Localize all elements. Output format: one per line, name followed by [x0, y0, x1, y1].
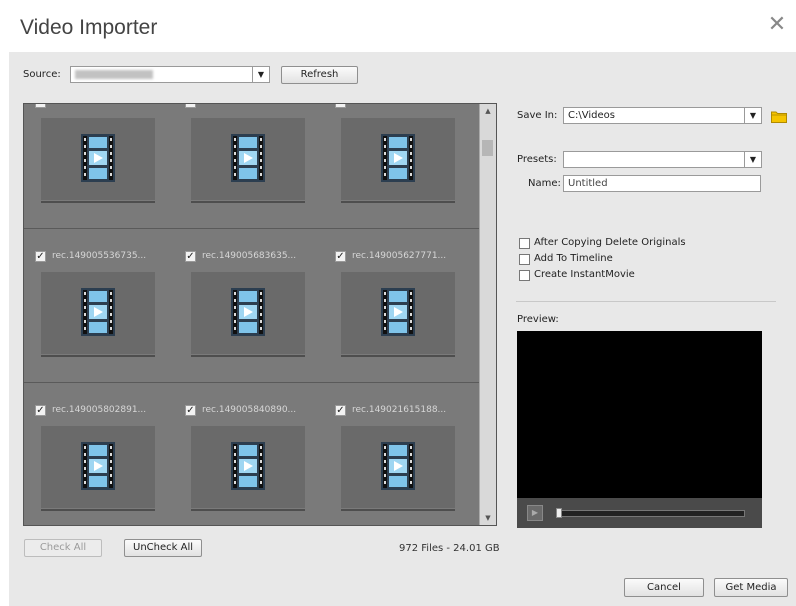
video-thumbnail-grid[interactable]: ✓ ✓ ✓ ✓ rec.149005536735... ✓ rec.149005683635…: [23, 103, 497, 526]
video-file-icon: [231, 442, 265, 490]
video-thumbnail[interactable]: [41, 426, 155, 511]
save-in-dropdown[interactable]: C:\Videos ▼: [563, 107, 762, 124]
video-thumbnail[interactable]: [191, 426, 305, 511]
scroll-thumb[interactable]: [482, 140, 493, 156]
row-divider: [24, 228, 482, 229]
refresh-button[interactable]: Refresh: [281, 66, 358, 84]
check-all-button[interactable]: Check All: [24, 539, 102, 557]
video-thumbnail[interactable]: [341, 118, 455, 203]
seek-knob[interactable]: [556, 508, 562, 518]
scroll-up-icon[interactable]: ▲: [480, 104, 496, 118]
thumbnail-shadow: [341, 201, 455, 203]
video-file-icon: [381, 134, 415, 182]
thumbnail-shadow: [41, 201, 155, 203]
chevron-down-icon: ▼: [252, 67, 269, 82]
source-dropdown[interactable]: ▼: [70, 66, 270, 83]
video-thumbnail[interactable]: [191, 272, 305, 357]
video-thumbnail[interactable]: [341, 272, 455, 357]
presets-dropdown[interactable]: ▼: [563, 151, 762, 168]
video-file-icon: [81, 288, 115, 336]
option-checkbox[interactable]: [519, 270, 530, 281]
save-in-value: C:\Videos: [568, 110, 615, 121]
option-label: Add To Timeline: [534, 253, 613, 264]
video-checkbox[interactable]: ✓: [185, 405, 196, 416]
preview-controls: ▶: [517, 498, 762, 528]
video-checkbox[interactable]: ✓: [35, 104, 46, 108]
video-file-icon: [231, 288, 265, 336]
chevron-down-icon: ▼: [744, 108, 761, 123]
thumbnail-shadow: [341, 355, 455, 357]
preview-panel: ▶: [517, 331, 762, 528]
video-filename: rec.149005627771...: [352, 251, 447, 261]
video-file-icon: [381, 442, 415, 490]
video-checkbox[interactable]: ✓: [335, 405, 346, 416]
video-file-icon: [381, 288, 415, 336]
video-filename: rec.149021615188...: [352, 405, 447, 415]
divider: [516, 301, 776, 302]
video-checkbox[interactable]: ✓: [335, 104, 346, 108]
option-label: After Copying Delete Originals: [534, 237, 686, 248]
video-thumbnail[interactable]: [191, 118, 305, 203]
thumbnail-shadow: [341, 509, 455, 511]
thumbnail-shadow: [41, 509, 155, 511]
video-file-icon: [81, 442, 115, 490]
presets-label: Presets:: [517, 154, 557, 165]
save-in-label: Save In:: [517, 110, 558, 121]
title-bar: Video Importer ✕: [0, 0, 796, 52]
folder-icon[interactable]: [771, 110, 787, 123]
video-file-icon: [231, 134, 265, 182]
thumbnail-shadow: [41, 355, 155, 357]
play-icon[interactable]: ▶: [527, 505, 543, 521]
video-file-icon: [81, 134, 115, 182]
thumbnail-shadow: [191, 355, 305, 357]
video-filename: rec.149005840890...: [202, 405, 297, 415]
video-thumbnail[interactable]: [41, 118, 155, 203]
source-value-blurred: [75, 70, 153, 79]
file-summary: 972 Files - 24.01 GB: [399, 543, 500, 554]
option-checkbox[interactable]: [519, 254, 530, 265]
scroll-down-icon[interactable]: ▼: [480, 511, 496, 525]
window-title: Video Importer: [20, 16, 158, 39]
video-filename: rec.149005802891...: [52, 405, 147, 415]
thumbnail-shadow: [191, 201, 305, 203]
thumbnail-shadow: [191, 509, 305, 511]
video-checkbox[interactable]: ✓: [335, 251, 346, 262]
video-checkbox[interactable]: ✓: [35, 251, 46, 262]
get-media-button[interactable]: Get Media: [714, 578, 788, 597]
video-filename: rec.149005536735...: [52, 251, 147, 261]
chevron-down-icon: ▼: [744, 152, 761, 167]
video-checkbox[interactable]: ✓: [35, 405, 46, 416]
video-checkbox[interactable]: ✓: [185, 251, 196, 262]
option-label: Create InstantMovie: [534, 269, 635, 280]
option-checkbox[interactable]: [519, 238, 530, 249]
source-label: Source:: [23, 69, 61, 80]
name-label: Name:: [528, 178, 561, 189]
seek-bar[interactable]: [556, 508, 745, 518]
uncheck-all-button[interactable]: UnCheck All: [124, 539, 202, 557]
video-thumbnail[interactable]: [341, 426, 455, 511]
close-icon[interactable]: ✕: [766, 14, 788, 36]
preview-label: Preview:: [517, 314, 559, 325]
video-filename: rec.149005683635...: [202, 251, 297, 261]
video-checkbox[interactable]: ✓: [185, 104, 196, 108]
video-thumbnail[interactable]: [41, 272, 155, 357]
row-divider: [24, 382, 482, 383]
cancel-button[interactable]: Cancel: [624, 578, 704, 597]
name-input[interactable]: Untitled: [563, 175, 761, 192]
grid-scrollbar[interactable]: ▲ ▼: [479, 104, 496, 525]
